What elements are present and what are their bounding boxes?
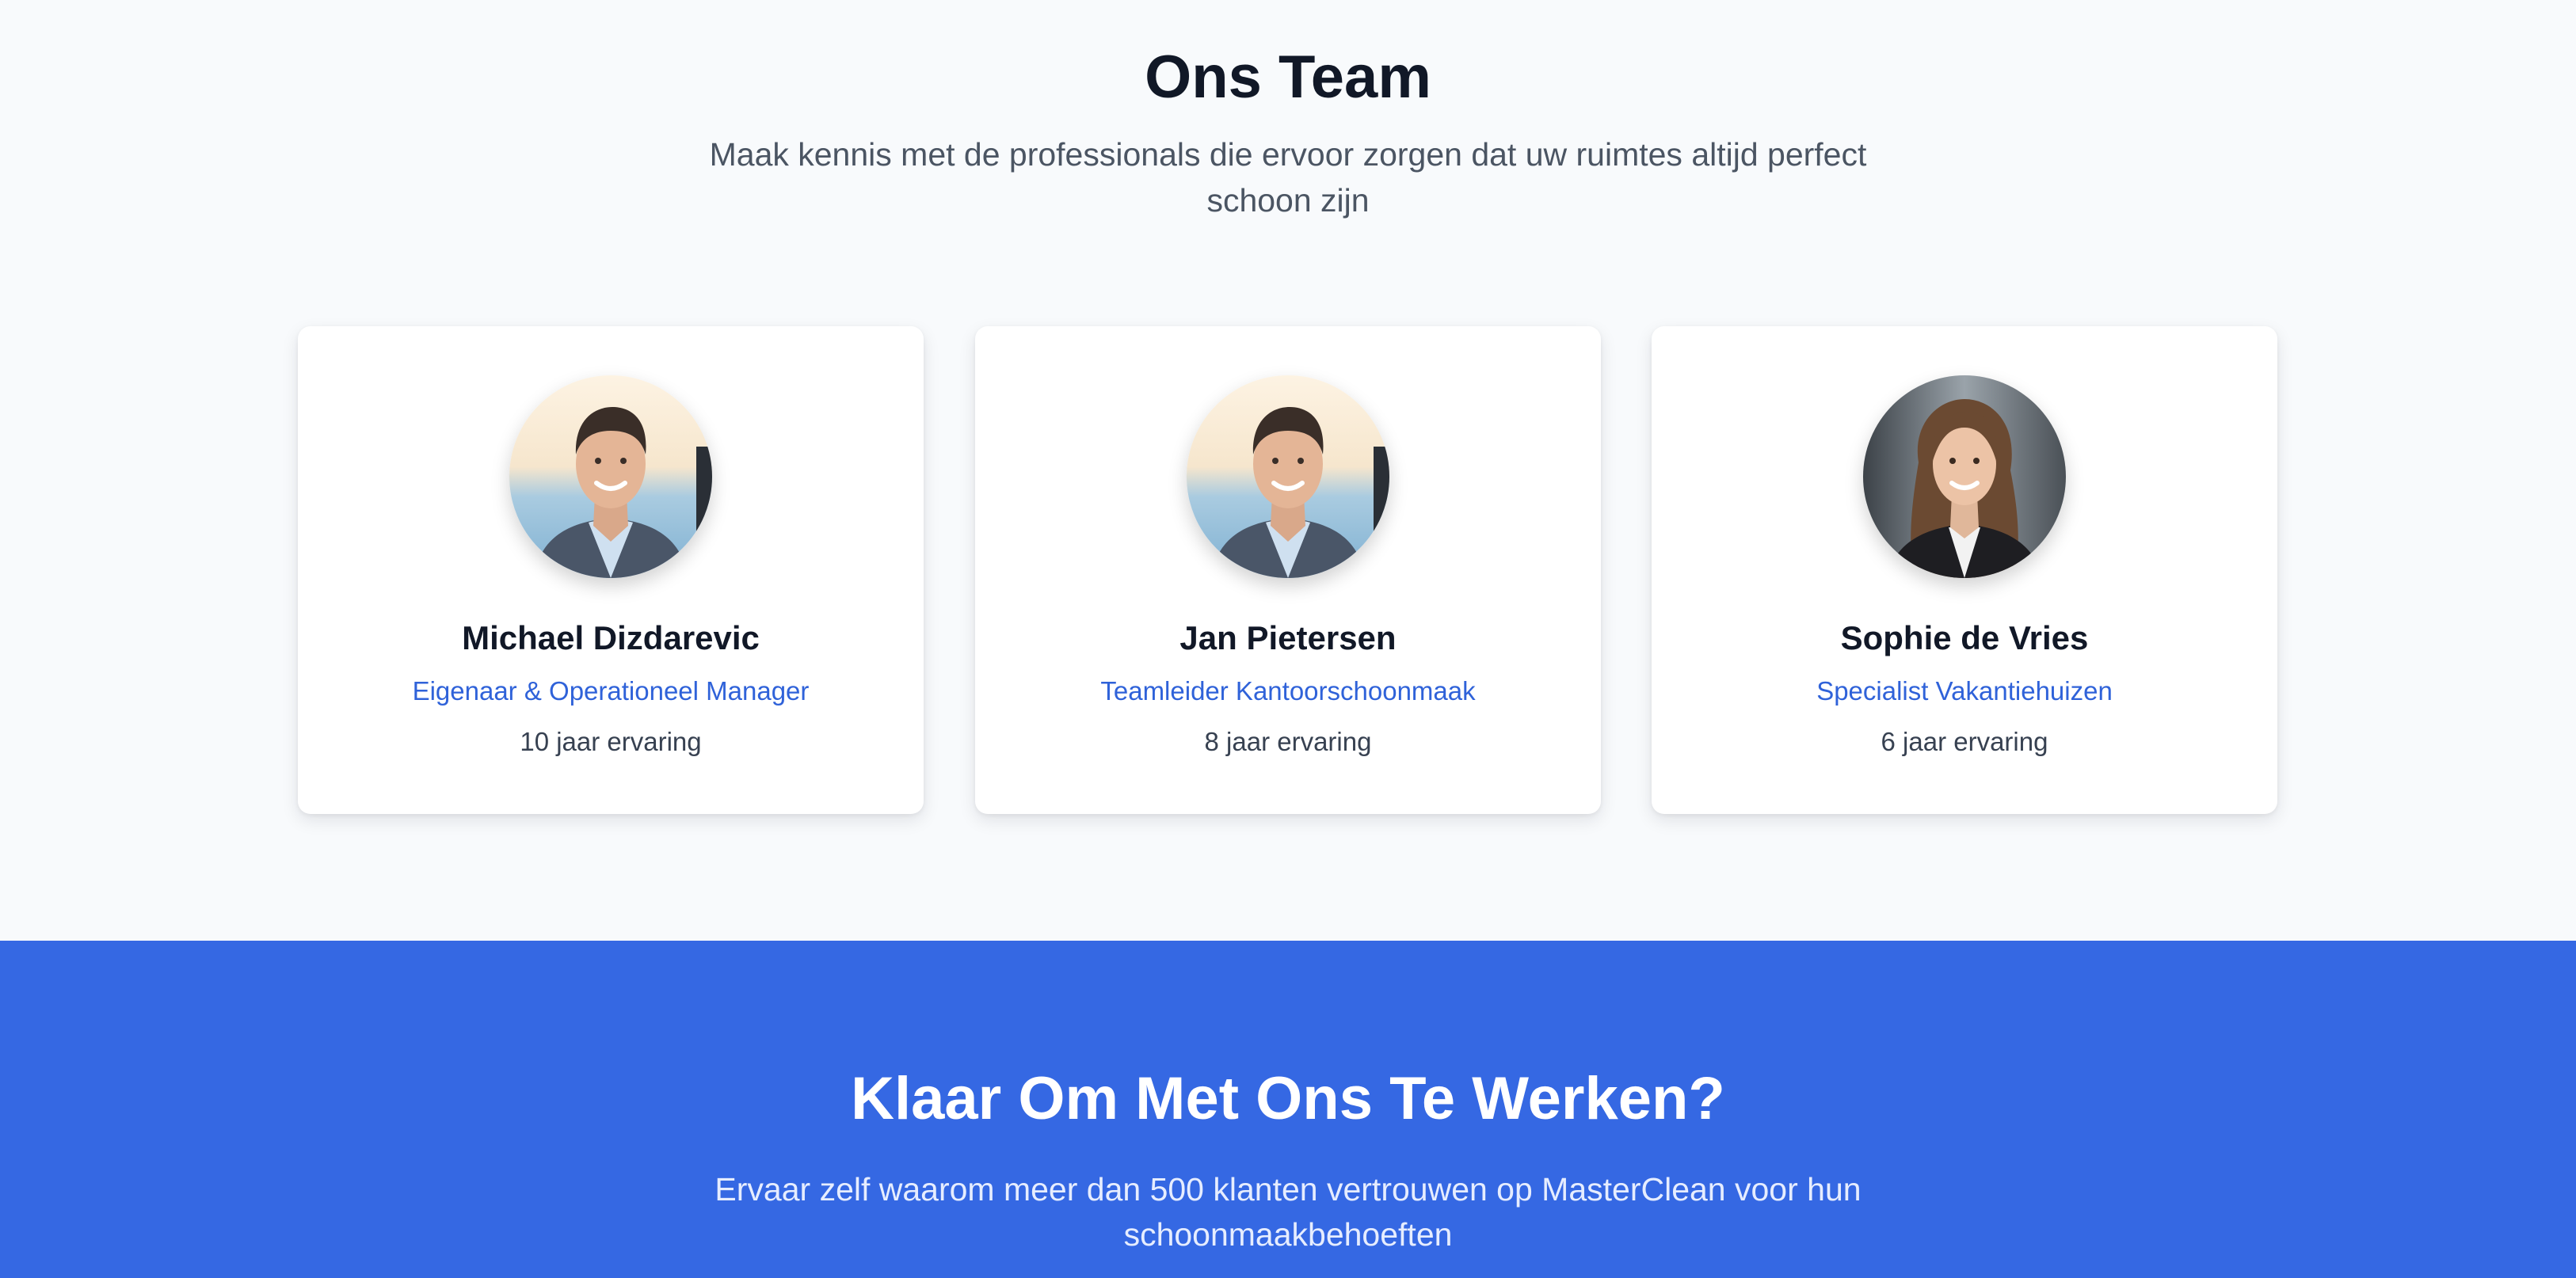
team-member-card: Jan Pietersen Teamleider Kantoorschoonma… xyxy=(975,326,1601,814)
team-subtitle: Maak kennis met de professionals die erv… xyxy=(709,136,1867,219)
member-name: Jan Pietersen xyxy=(1179,619,1397,656)
member-role: Teamleider Kantoorschoonmaak xyxy=(1100,676,1476,706)
member-experience: 6 jaar ervaring xyxy=(1881,727,2048,756)
member-experience: 8 jaar ervaring xyxy=(1204,727,1372,756)
woman-portrait-avatar xyxy=(1863,375,2066,578)
member-role: Eigenaar & Operationeel Manager xyxy=(412,676,810,706)
cta-section: Klaar Om Met Ons Te Werken? Ervaar zelf … xyxy=(0,941,2576,1278)
member-role: Specialist Vakantiehuizen xyxy=(1816,676,2113,706)
man-portrait-avatar xyxy=(1187,375,1389,578)
member-name: Michael Dizdarevic xyxy=(462,619,760,656)
member-experience: 10 jaar ervaring xyxy=(520,727,702,756)
team-title: Ons Team xyxy=(1145,44,1431,111)
cta-subtitle: Ervaar zelf waarom meer dan 500 klanten … xyxy=(714,1171,1862,1253)
team-member-card: Sophie de Vries Specialist Vakantiehuize… xyxy=(1652,326,2277,814)
cta-title: Klaar Om Met Ons Te Werken? xyxy=(851,1065,1725,1132)
team-section: Ons Team Maak kennis met de professional… xyxy=(0,0,2576,941)
member-name: Sophie de Vries xyxy=(1840,619,2089,656)
man-portrait-avatar xyxy=(509,375,712,578)
team-member-card: Michael Dizdarevic Eigenaar & Operatione… xyxy=(298,326,924,814)
